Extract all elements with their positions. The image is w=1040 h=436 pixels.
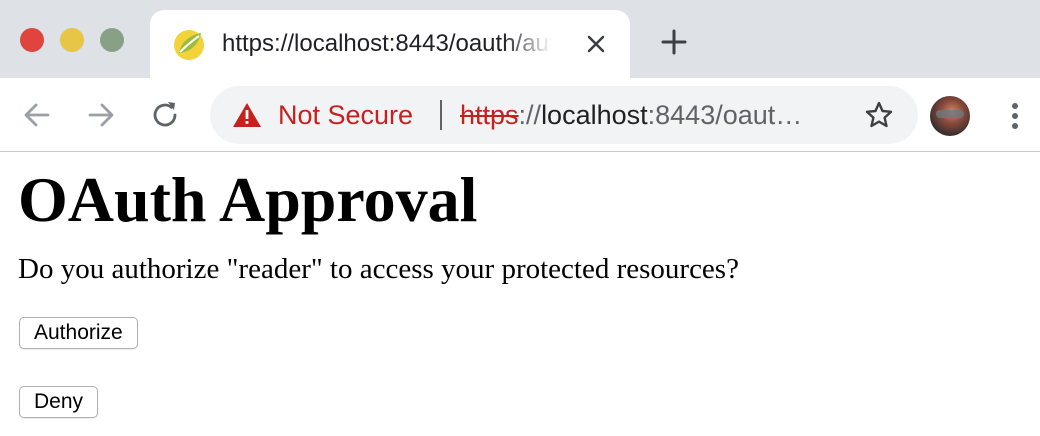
- browser-tab[interactable]: https://localhost:8443/oauth/authorize: [150, 10, 630, 78]
- window-close-button[interactable]: [20, 28, 44, 52]
- plus-icon[interactable]: [660, 28, 688, 56]
- authorization-question: Do you authorize "reader" to access your…: [18, 253, 739, 285]
- arrow-left-icon[interactable]: [20, 98, 54, 132]
- window-minimize-button[interactable]: [60, 28, 84, 52]
- url-text[interactable]: https://localhost:8443/oaut…: [460, 98, 850, 132]
- tab-title: https://localhost:8443/oauth/authorize: [222, 30, 552, 57]
- security-status-label[interactable]: Not Secure: [278, 98, 413, 132]
- deny-button[interactable]: Deny: [19, 386, 99, 418]
- spring-leaf-icon: [174, 30, 204, 60]
- page-title: OAuth Approval: [18, 164, 478, 235]
- reload-icon[interactable]: [148, 98, 182, 132]
- tab-strip: https://localhost:8443/oauth/authorize: [0, 0, 1040, 78]
- page-content: OAuth Approval Do you authorize "reader"…: [18, 153, 1028, 418]
- star-icon[interactable]: [864, 100, 894, 130]
- warning-triangle-icon[interactable]: [232, 101, 262, 129]
- browser-toolbar: Not Secure https://localhost:8443/oaut…: [0, 78, 1040, 152]
- window-maximize-button[interactable]: [100, 28, 124, 52]
- url-host: localhost: [541, 100, 648, 130]
- authorize-button[interactable]: Authorize: [19, 317, 138, 349]
- arrow-right-icon[interactable]: [84, 98, 118, 132]
- avatar[interactable]: [930, 96, 970, 136]
- more-vertical-icon[interactable]: [1000, 96, 1030, 136]
- url-scheme: https: [460, 100, 519, 130]
- url-separator: ://: [518, 100, 542, 130]
- address-bar[interactable]: Not Secure https://localhost:8443/oaut…: [210, 86, 918, 144]
- omnibox-divider: [440, 100, 442, 130]
- close-icon[interactable]: [582, 30, 610, 58]
- url-rest: :8443/oaut…: [647, 100, 803, 130]
